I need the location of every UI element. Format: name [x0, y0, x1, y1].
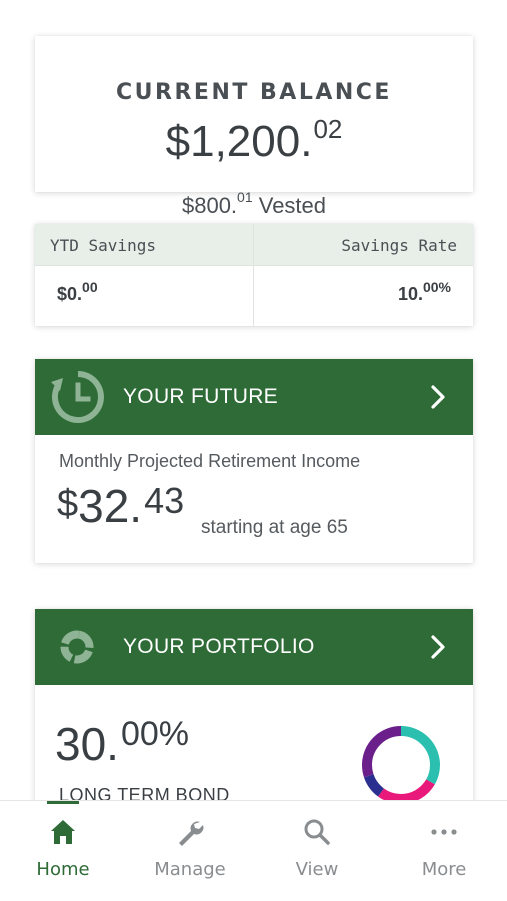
savings-rate-label: Savings Rate — [341, 236, 457, 255]
portfolio-donut-chart[interactable] — [359, 723, 443, 807]
nav-item-view[interactable]: View — [254, 801, 380, 901]
vested-amount: $800.01 Vested — [35, 189, 473, 219]
your-portfolio-header[interactable]: YOUR PORTFOLIO — [35, 609, 473, 685]
nav-label-manage: Manage — [154, 859, 226, 880]
balance-amount: $1,200.02 — [35, 116, 473, 166]
nav-label-view: View — [295, 859, 339, 880]
clock-history-icon — [51, 371, 104, 423]
portfolio-pct-main: 30. — [55, 718, 119, 770]
portfolio-pct-cents: 00% — [120, 715, 190, 753]
your-future-card[interactable]: YOUR FUTURE Monthly Projected Retirement… — [35, 359, 473, 563]
portfolio-allocation-percent: 30.00% — [55, 717, 189, 770]
your-portfolio-card[interactable]: YOUR PORTFOLIO 30.00% LONG TERM BOND — [35, 609, 473, 809]
rate-main: 10. — [397, 284, 423, 304]
nav-item-home[interactable]: Home — [0, 801, 126, 901]
future-subtitle: Monthly Projected Retirement Income — [59, 451, 361, 471]
projected-income-main: 32. — [78, 480, 143, 532]
vested-cents: 01 — [237, 189, 253, 205]
nav-label-home: Home — [36, 859, 90, 880]
balance-amount-main: $1,200. — [165, 117, 313, 166]
your-future-title: YOUR FUTURE — [123, 385, 278, 408]
ytd-savings-label: YTD Savings — [50, 236, 156, 255]
search-icon — [304, 819, 330, 845]
nav-item-more[interactable]: More — [381, 801, 507, 901]
nav-label-more: More — [421, 859, 467, 880]
wrench-icon — [179, 821, 204, 846]
retirement-age-text: starting at age 65 — [201, 517, 348, 538]
projected-income-dollar: $ — [57, 483, 79, 525]
home-icon — [51, 820, 75, 844]
balance-amount-cents: 02 — [313, 114, 343, 144]
savings-stats-card: YTD Savings Savings Rate $0.00 10.00% — [35, 224, 473, 326]
vested-main: $800. — [181, 193, 238, 218]
current-balance-card: CURRENT BALANCE $1,200.02 $800.01 Vested — [35, 36, 473, 218]
savings-rate-value: 10.00% — [397, 279, 451, 305]
projected-income-value: $32.43 — [57, 480, 185, 532]
projected-income-cents: 43 — [144, 480, 185, 521]
rate-cents: 00% — [422, 279, 451, 295]
ytd-cents: 00 — [82, 279, 98, 295]
ytd-savings-value: $0.00 — [57, 279, 98, 305]
chevron-right-icon — [431, 635, 445, 659]
nav-item-manage[interactable]: Manage — [127, 801, 253, 901]
bottom-nav: Home Manage View More — [0, 800, 507, 900]
chevron-right-icon — [431, 385, 445, 409]
your-future-header[interactable]: YOUR FUTURE — [35, 359, 473, 435]
stats-divider — [253, 224, 254, 326]
vested-label: Vested — [252, 193, 327, 218]
balance-title: CURRENT BALANCE — [116, 80, 392, 105]
active-tab-indicator — [47, 801, 79, 804]
portfolio-ring-icon — [60, 630, 94, 664]
your-portfolio-title: YOUR PORTFOLIO — [123, 635, 315, 658]
more-dots-icon — [431, 829, 457, 835]
ytd-main: $0. — [57, 284, 83, 304]
